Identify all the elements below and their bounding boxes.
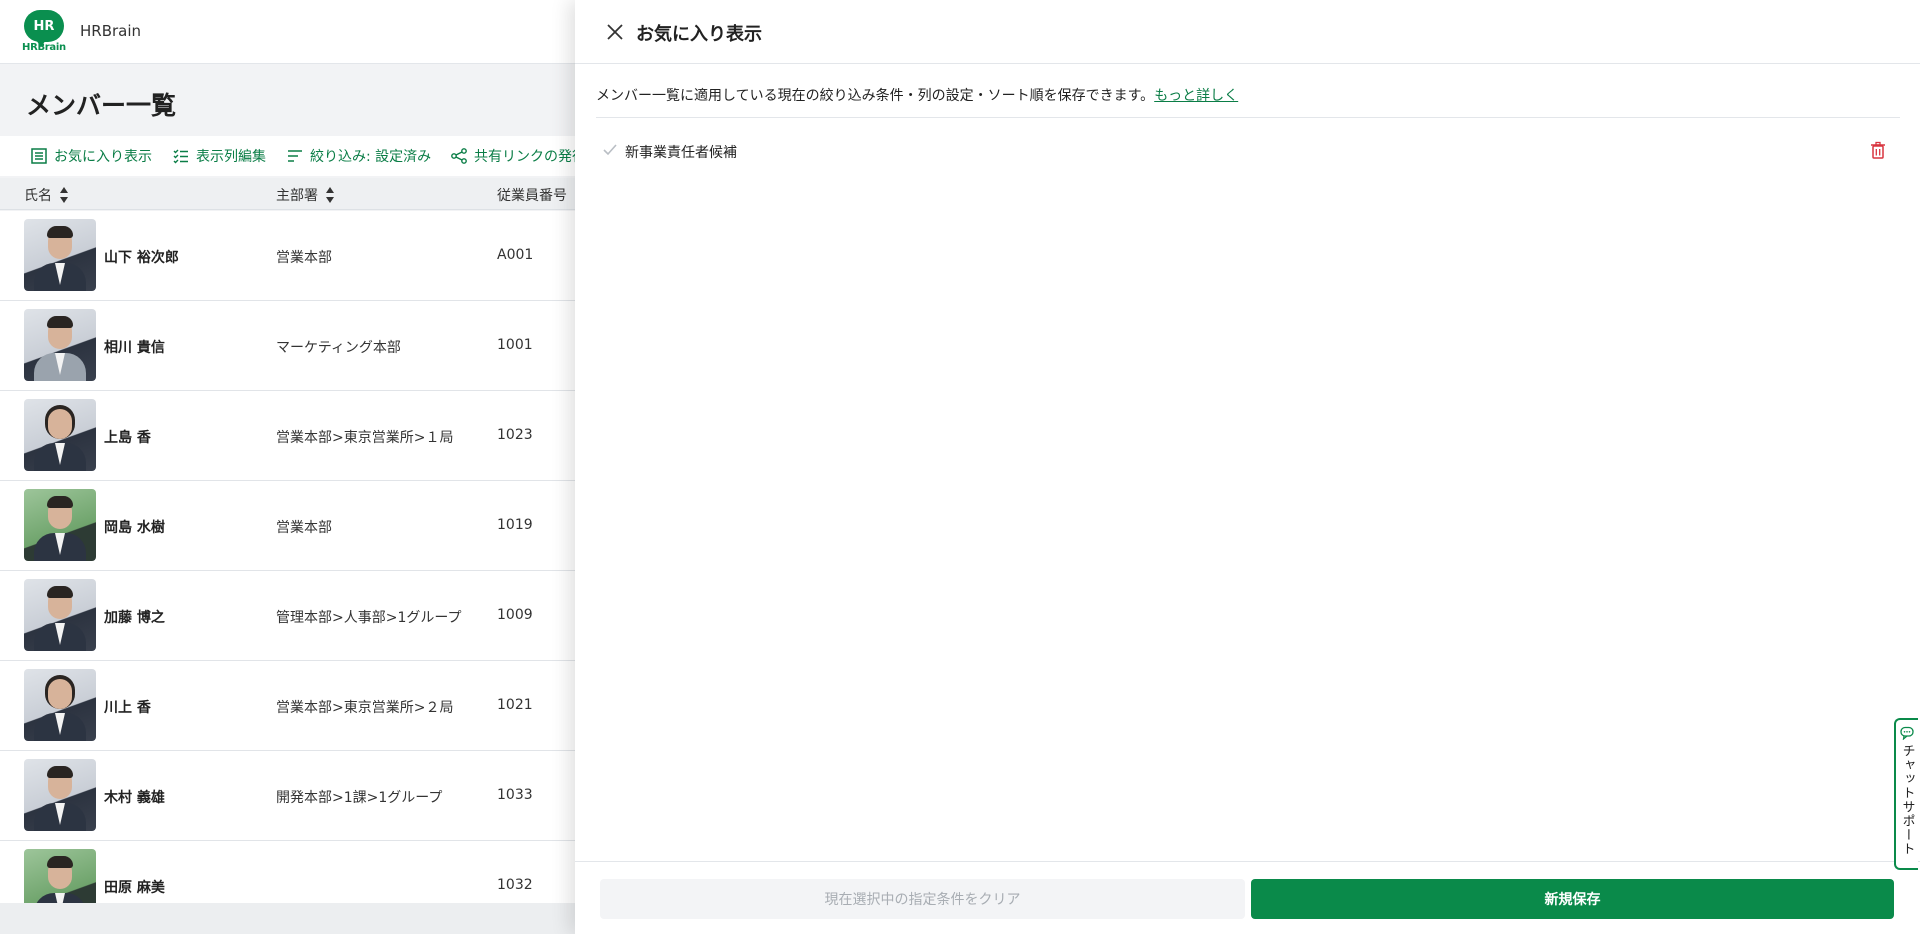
- drawer-header: お気に入り表示: [575, 0, 1920, 64]
- share-icon: [451, 148, 467, 164]
- member-dept: 営業本部>東京営業所>１局: [276, 430, 454, 446]
- member-dept: 営業本部>東京営業所>２局: [276, 700, 454, 716]
- member-empno: A001: [497, 247, 534, 263]
- table-row[interactable]: 岡島 水樹 営業本部 1019: [0, 481, 600, 571]
- member-name[interactable]: 木村 義雄: [104, 787, 165, 807]
- share-link-label: 共有リンクの発行: [474, 149, 586, 165]
- page-footer-strip: [0, 903, 600, 934]
- sort-icon[interactable]: [326, 187, 335, 203]
- table-header: 氏名 主部署 従業員番号: [0, 178, 600, 210]
- member-dept: マーケティング本部: [276, 340, 401, 356]
- table-row[interactable]: 上島 香 営業本部>東京営業所>１局 1023: [0, 391, 600, 481]
- hrbrain-logo[interactable]: HR HRBrain: [22, 10, 66, 54]
- clear-conditions-button[interactable]: 現在選択中の指定条件をクリア: [600, 879, 1245, 919]
- member-name[interactable]: 岡島 水樹: [104, 517, 165, 537]
- share-link-button[interactable]: 共有リンクの発行: [450, 146, 586, 166]
- member-empno: 1021: [497, 697, 533, 713]
- avatar: [24, 309, 96, 381]
- logo-mark: HR: [24, 10, 64, 47]
- member-name[interactable]: 田原 麻美: [104, 877, 165, 897]
- favorites-view-button[interactable]: お気に入り表示: [30, 146, 152, 166]
- member-dept: 営業本部: [276, 520, 332, 536]
- checklist-icon: [173, 149, 188, 164]
- chat-support-label: チャットサポート: [1899, 744, 1915, 856]
- avatar: [24, 759, 96, 831]
- avatar: [24, 669, 96, 741]
- column-header-empno[interactable]: 従業員番号: [497, 185, 567, 205]
- sort-icon[interactable]: [60, 187, 69, 203]
- avatar: [24, 399, 96, 471]
- column-header-name-label: 氏名: [24, 188, 52, 204]
- learn-more-link[interactable]: もっと詳しく: [1154, 88, 1238, 104]
- member-name[interactable]: 山下 裕次郎: [104, 247, 179, 267]
- chat-bubble-icon: [1900, 726, 1914, 740]
- member-dept: 管理本部>人事部>1グループ: [276, 610, 462, 626]
- member-empno: 1032: [497, 877, 533, 893]
- divider: [596, 117, 1900, 118]
- save-new-button[interactable]: 新規保存: [1251, 879, 1894, 919]
- column-header-empno-label: 従業員番号: [497, 188, 567, 204]
- member-name[interactable]: 加藤 博之: [104, 607, 165, 627]
- trash-icon[interactable]: [1868, 140, 1888, 160]
- table-row[interactable]: 川上 香 営業本部>東京営業所>２局 1021: [0, 661, 600, 751]
- table-row[interactable]: 加藤 博之 管理本部>人事部>1グループ 1009: [0, 571, 600, 661]
- filter-button[interactable]: 絞り込み: 設定済み: [286, 146, 431, 166]
- favorite-item-label[interactable]: 新事業責任者候補: [625, 142, 737, 162]
- drawer-description: メンバー一覧に適用している現在の絞り込み条件・列の設定・ソート順を保存できます。…: [596, 85, 1238, 105]
- app-name: HRBrain: [80, 22, 142, 40]
- column-header-dept-label: 主部署: [276, 188, 318, 204]
- list-toolbar: お気に入り表示 表示列編集 絞り込み: 設定済み 共有リンクの発行: [0, 136, 600, 176]
- page-title: メンバー一覧: [26, 91, 177, 120]
- member-empno: 1009: [497, 607, 533, 623]
- chat-support-tab[interactable]: チャットサポート: [1894, 718, 1918, 870]
- avatar: [24, 489, 96, 561]
- member-dept: 営業本部: [276, 250, 332, 266]
- table-row[interactable]: 相川 貴信 マーケティング本部 1001: [0, 301, 600, 391]
- member-name[interactable]: 相川 貴信: [104, 337, 165, 357]
- member-dept: 開発本部>1課>1グループ: [276, 790, 443, 806]
- favorites-view-label: お気に入り表示: [54, 149, 152, 165]
- avatar: [24, 219, 96, 291]
- member-table-body: 山下 裕次郎 営業本部 A001 相川 貴信 マーケティング本部 1001 上島…: [0, 211, 600, 903]
- table-row[interactable]: 田原 麻美 1032: [0, 841, 600, 903]
- member-empno: 1033: [497, 787, 533, 803]
- member-name[interactable]: 川上 香: [104, 697, 151, 717]
- avatar: [24, 849, 96, 903]
- table-row[interactable]: 山下 裕次郎 営業本部 A001: [0, 211, 600, 301]
- member-empno: 1001: [497, 337, 533, 353]
- check-icon: [603, 144, 617, 156]
- logo-wordmark: HRBrain: [22, 42, 66, 53]
- drawer-footer: 現在選択中の指定条件をクリア 新規保存: [575, 861, 1920, 934]
- filter-label: 絞り込み: 設定済み: [310, 149, 432, 165]
- table-row[interactable]: 木村 義雄 開発本部>1課>1グループ 1033: [0, 751, 600, 841]
- column-header-name[interactable]: 氏名: [24, 185, 69, 205]
- drawer-title: お気に入り表示: [636, 24, 762, 45]
- avatar: [24, 579, 96, 651]
- member-empno: 1023: [497, 427, 533, 443]
- filter-icon: [288, 150, 302, 162]
- edit-columns-button[interactable]: 表示列編集: [172, 146, 266, 166]
- description-text: メンバー一覧に適用している現在の絞り込み条件・列の設定・ソート順を保存できます。: [596, 88, 1155, 104]
- close-icon[interactable]: [605, 22, 625, 42]
- member-name[interactable]: 上島 香: [104, 427, 151, 447]
- favorite-item[interactable]: 新事業責任者候補: [596, 135, 1900, 167]
- list-icon: [31, 148, 47, 164]
- edit-columns-label: 表示列編集: [196, 149, 266, 165]
- column-header-dept[interactable]: 主部署: [276, 185, 335, 205]
- favorites-drawer: お気に入り表示 メンバー一覧に適用している現在の絞り込み条件・列の設定・ソート順…: [575, 0, 1920, 934]
- member-empno: 1019: [497, 517, 533, 533]
